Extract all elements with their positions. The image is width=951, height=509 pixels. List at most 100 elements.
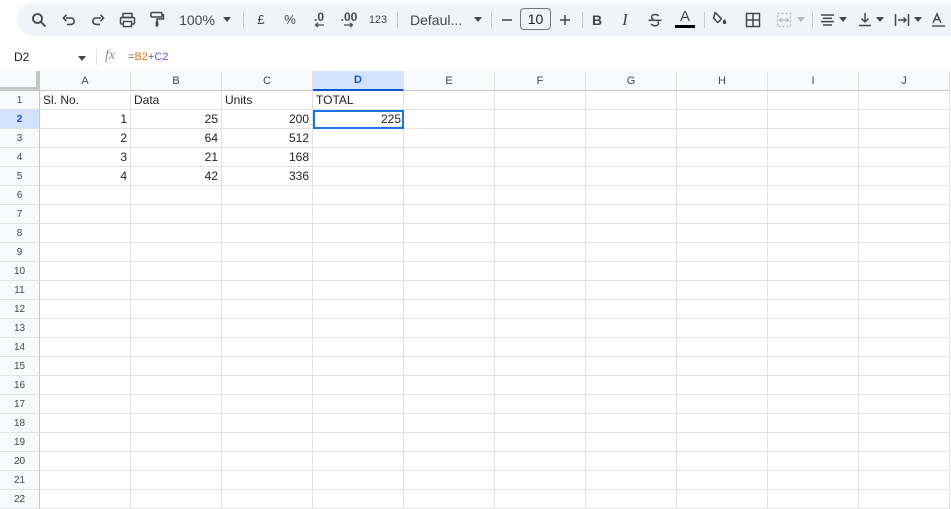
cell-d12[interactable] (313, 300, 404, 319)
cell-a5[interactable]: 4 (40, 167, 131, 186)
cell-c10[interactable] (222, 262, 313, 281)
cell-h2[interactable] (677, 110, 768, 129)
cell-c11[interactable] (222, 281, 313, 300)
zoom-select[interactable]: 100% (176, 3, 234, 36)
cell-c6[interactable] (222, 186, 313, 205)
cell-g20[interactable] (586, 452, 677, 471)
cell-h5[interactable] (677, 167, 768, 186)
cell-g17[interactable] (586, 395, 677, 414)
cell-b17[interactable] (131, 395, 222, 414)
cell-i3[interactable] (768, 129, 859, 148)
cell-c18[interactable] (222, 414, 313, 433)
cell-h22[interactable] (677, 490, 768, 509)
cell-a1[interactable]: Sl. No. (40, 91, 131, 110)
cell-e1[interactable] (404, 91, 495, 110)
cell-h8[interactable] (677, 224, 768, 243)
cell-g22[interactable] (586, 490, 677, 509)
cell-j2[interactable] (859, 110, 950, 129)
cell-d17[interactable] (313, 395, 404, 414)
cell-c1[interactable]: Units (222, 91, 313, 110)
cell-b22[interactable] (131, 490, 222, 509)
column-header-f[interactable]: F (495, 71, 586, 91)
cell-g6[interactable] (586, 186, 677, 205)
column-header-c[interactable]: C (222, 71, 313, 91)
row-header-19[interactable]: 19 (0, 433, 40, 452)
cell-j1[interactable] (859, 91, 950, 110)
cell-c2[interactable]: 200 (222, 110, 313, 129)
cell-h3[interactable] (677, 129, 768, 148)
row-header-9[interactable]: 9 (0, 243, 40, 262)
row-header-13[interactable]: 13 (0, 319, 40, 338)
text-color-button[interactable]: A (674, 3, 696, 36)
cell-i22[interactable] (768, 490, 859, 509)
cell-a13[interactable] (40, 319, 131, 338)
cell-g14[interactable] (586, 338, 677, 357)
cell-c16[interactable] (222, 376, 313, 395)
increase-decimal-button[interactable]: .00 (336, 3, 362, 36)
cell-f18[interactable] (495, 414, 586, 433)
cell-i5[interactable] (768, 167, 859, 186)
cell-j20[interactable] (859, 452, 950, 471)
cell-e12[interactable] (404, 300, 495, 319)
cell-j7[interactable] (859, 205, 950, 224)
cell-d20[interactable] (313, 452, 404, 471)
cell-d1[interactable]: TOTAL (313, 91, 404, 110)
cell-f7[interactable] (495, 205, 586, 224)
cell-g18[interactable] (586, 414, 677, 433)
cell-e13[interactable] (404, 319, 495, 338)
cell-i2[interactable] (768, 110, 859, 129)
cell-j15[interactable] (859, 357, 950, 376)
cell-a14[interactable] (40, 338, 131, 357)
cell-i18[interactable] (768, 414, 859, 433)
cell-f1[interactable] (495, 91, 586, 110)
cell-c9[interactable] (222, 243, 313, 262)
cell-g10[interactable] (586, 262, 677, 281)
bold-button[interactable]: B (588, 3, 606, 36)
cell-e2[interactable] (404, 110, 495, 129)
cell-i4[interactable] (768, 148, 859, 167)
column-header-i[interactable]: I (768, 71, 859, 91)
cell-g7[interactable] (586, 205, 677, 224)
cell-j10[interactable] (859, 262, 950, 281)
cell-g12[interactable] (586, 300, 677, 319)
cell-h6[interactable] (677, 186, 768, 205)
cell-g21[interactable] (586, 471, 677, 490)
cell-e17[interactable] (404, 395, 495, 414)
row-header-10[interactable]: 10 (0, 262, 40, 281)
cell-e8[interactable] (404, 224, 495, 243)
cell-g19[interactable] (586, 433, 677, 452)
cell-a18[interactable] (40, 414, 131, 433)
cell-a12[interactable] (40, 300, 131, 319)
cell-i9[interactable] (768, 243, 859, 262)
cell-g9[interactable] (586, 243, 677, 262)
cell-f5[interactable] (495, 167, 586, 186)
cell-b6[interactable] (131, 186, 222, 205)
cell-b4[interactable]: 21 (131, 148, 222, 167)
cell-a4[interactable]: 3 (40, 148, 131, 167)
row-header-14[interactable]: 14 (0, 338, 40, 357)
cell-i15[interactable] (768, 357, 859, 376)
cell-c17[interactable] (222, 395, 313, 414)
cell-i16[interactable] (768, 376, 859, 395)
cell-e3[interactable] (404, 129, 495, 148)
cell-i7[interactable] (768, 205, 859, 224)
cell-d9[interactable] (313, 243, 404, 262)
cell-b2[interactable]: 25 (131, 110, 222, 129)
cell-c20[interactable] (222, 452, 313, 471)
cell-b19[interactable] (131, 433, 222, 452)
cell-f14[interactable] (495, 338, 586, 357)
cell-b5[interactable]: 42 (131, 167, 222, 186)
cell-i19[interactable] (768, 433, 859, 452)
cell-h19[interactable] (677, 433, 768, 452)
cell-j11[interactable] (859, 281, 950, 300)
cell-i17[interactable] (768, 395, 859, 414)
cell-d7[interactable] (313, 205, 404, 224)
cell-h18[interactable] (677, 414, 768, 433)
cell-j5[interactable] (859, 167, 950, 186)
cell-e20[interactable] (404, 452, 495, 471)
cell-g8[interactable] (586, 224, 677, 243)
row-header-6[interactable]: 6 (0, 186, 40, 205)
column-header-e[interactable]: E (404, 71, 495, 91)
decrease-font-size-button[interactable] (498, 3, 516, 36)
cell-d6[interactable] (313, 186, 404, 205)
